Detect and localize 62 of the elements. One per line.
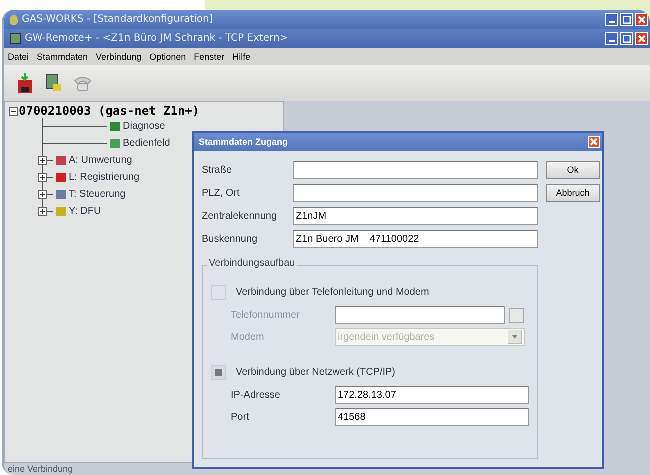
- field-label: Zentralekennung: [202, 210, 278, 222]
- app-icon: [10, 33, 21, 44]
- window-title: GAS-WORKS - [Standardkonfiguration]: [22, 14, 214, 25]
- dropdown-arrow-icon[interactable]: [508, 330, 522, 344]
- field-label: IP-Adresse: [231, 390, 282, 400]
- tree-node[interactable]: 0700210003 (gas-net Z1n+): [19, 104, 200, 118]
- save-icon[interactable]: [16, 72, 34, 94]
- group-title: Verbindungsaufbau: [207, 258, 298, 269]
- input-field[interactable]: [335, 306, 505, 324]
- document-icon[interactable]: [44, 72, 62, 94]
- field-label: PLZ, Ort: [202, 188, 241, 198]
- maximize-button[interactable]: [620, 13, 633, 26]
- input-field[interactable]: Z1n Buero JM 471100022: [293, 230, 538, 248]
- field-label: Buskennung: [202, 234, 259, 244]
- menu-item[interactable]: Verbindung: [96, 52, 142, 62]
- input-field[interactable]: 172.28.13.07: [335, 386, 529, 404]
- maximize-icon: [622, 34, 630, 42]
- input-field[interactable]: 41568: [335, 408, 529, 426]
- menu-item[interactable]: Stammdaten: [37, 52, 88, 62]
- input-field[interactable]: [293, 184, 538, 202]
- cancel-button[interactable]: Abbruch: [546, 184, 600, 202]
- status-text: eine Verbindung: [8, 464, 74, 474]
- tree-item[interactable]: Y: DFU: [69, 206, 102, 217]
- tree-item[interactable]: A: Umwertung: [69, 155, 132, 166]
- field-label: Modem: [231, 332, 266, 342]
- field-label: Straße: [202, 164, 234, 176]
- minimize-icon: [608, 40, 614, 42]
- maximize-button[interactable]: [620, 32, 633, 45]
- menu-item[interactable]: Optionen: [150, 52, 186, 62]
- close-icon: [638, 16, 646, 24]
- expand-toggle[interactable]: [38, 190, 47, 199]
- minimize-icon: [608, 21, 614, 23]
- input-field[interactable]: Z1nJM: [293, 207, 538, 225]
- minimize-button[interactable]: [605, 32, 618, 45]
- field-label: Port: [231, 412, 250, 422]
- checkbox[interactable]: [211, 364, 226, 380]
- tree-item[interactable]: T: Steuerung: [69, 189, 126, 200]
- expand-toggle[interactable]: [38, 156, 47, 165]
- expand-toggle[interactable]: [38, 173, 47, 182]
- checkbox-label: Verbindung über Telefonleitung und Modem: [236, 286, 430, 298]
- tree-item[interactable]: Diagnose: [123, 121, 166, 132]
- window-title: GW-Remote+ - <Z1n Büro JM Schrank - TCP Extern>: [25, 33, 288, 44]
- collapse-toggle[interactable]: [9, 106, 18, 116]
- bulb-icon: [10, 14, 18, 24]
- menu-item[interactable]: Fenster: [194, 52, 225, 62]
- field-label: Telefonnummer: [231, 310, 301, 320]
- tree-item[interactable]: Bedienfeld: [123, 138, 170, 149]
- minimize-button[interactable]: [605, 13, 618, 26]
- checkbox-label: Verbindung über Netzwerk (TCP/IP): [236, 366, 396, 378]
- menu-item[interactable]: Datei: [8, 52, 30, 62]
- tree-item[interactable]: L: Registrierung: [69, 172, 140, 183]
- maximize-icon: [622, 16, 630, 24]
- ok-button[interactable]: Ok: [546, 161, 600, 179]
- close-button[interactable]: [635, 32, 648, 45]
- menu-item[interactable]: Hilfe: [232, 52, 251, 62]
- dialog-title: Stammdaten Zugang: [199, 137, 288, 147]
- close-button[interactable]: [635, 13, 648, 26]
- close-icon: [590, 138, 598, 146]
- close-button[interactable]: [588, 136, 600, 148]
- input-field[interactable]: [293, 161, 538, 179]
- close-icon: [638, 34, 646, 42]
- expand-toggle[interactable]: [38, 207, 47, 216]
